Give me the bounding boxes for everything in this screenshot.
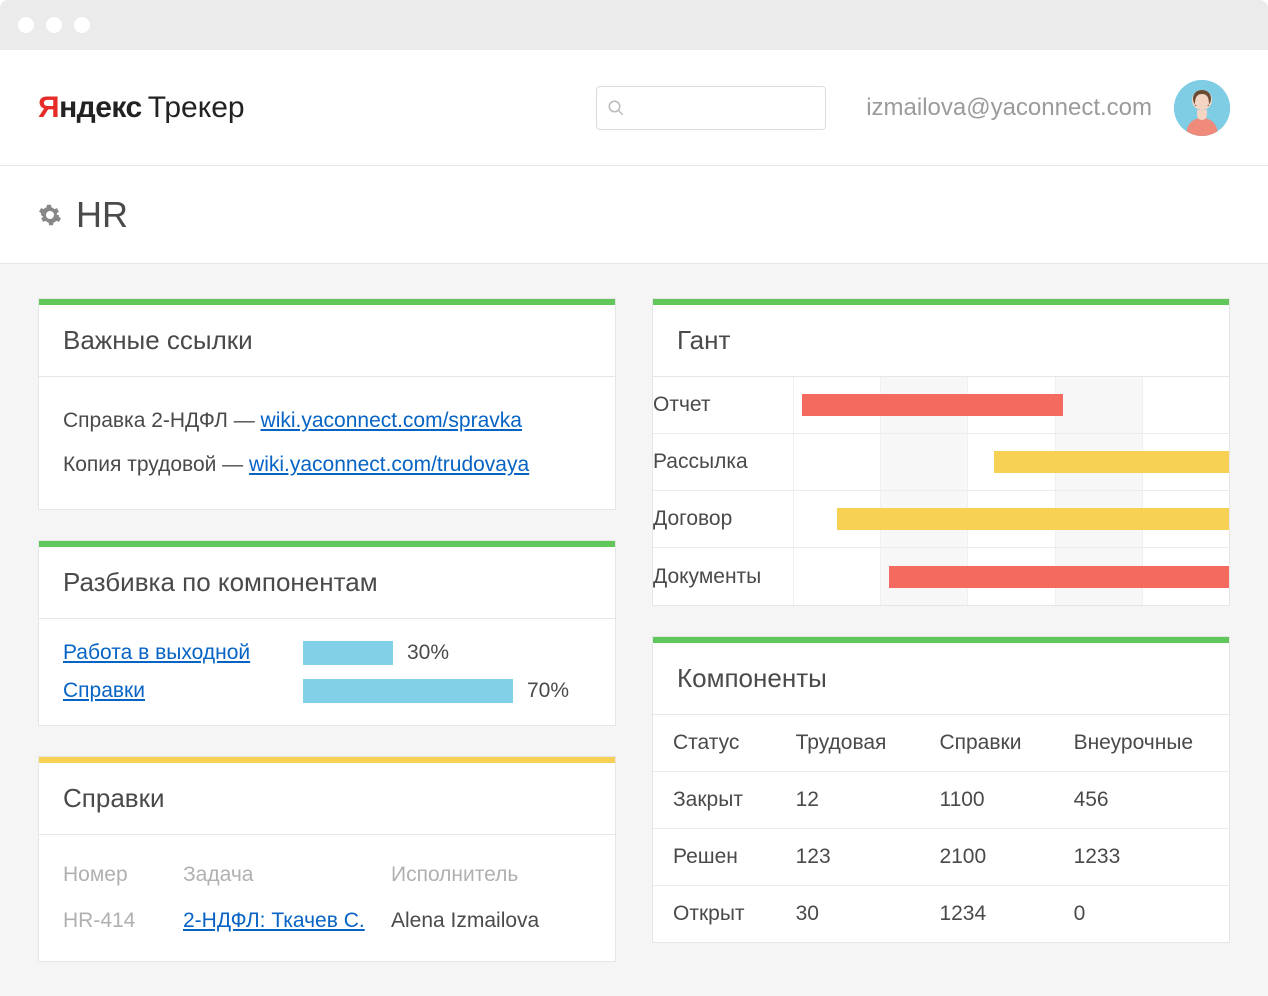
window-dot-minimize[interactable]	[46, 17, 62, 33]
breakdown-pct: 30%	[407, 641, 449, 665]
components-col: Трудовая	[776, 715, 920, 772]
search-input[interactable]	[596, 86, 826, 130]
card-breakdown: Разбивка по компонентам Работа в выходно…	[38, 540, 616, 726]
logo-tracker: Трекер	[148, 91, 245, 125]
components-head-row: Статус Трудовая Справки Внеурочные	[653, 715, 1229, 772]
logo[interactable]: Яндекс Трекер	[38, 91, 245, 125]
card-links-title: Важные ссылки	[39, 305, 615, 377]
user-email[interactable]: izmailova@yaconnect.com	[866, 94, 1152, 122]
components-cell: 2100	[919, 829, 1053, 886]
gantt-row: Договор	[653, 491, 1229, 548]
components-cell: 0	[1054, 886, 1229, 943]
breakdown-row: Справки 70%	[63, 679, 591, 703]
components-cell: 456	[1054, 772, 1229, 829]
card-components-body: Статус Трудовая Справки Внеурочные Закры…	[653, 715, 1229, 942]
links-label: Копия трудовой —	[63, 453, 249, 476]
top-header: Яндекс Трекер izmailova@yaconnect.com	[0, 50, 1268, 166]
ticket-assignee: Alena Izmailova	[391, 909, 591, 933]
gantt-row: Отчет	[653, 377, 1229, 434]
ticket-num: HR-414	[63, 909, 163, 933]
tickets-head: Номер Задача Исполнитель	[63, 857, 591, 893]
card-links: Важные ссылки Справка 2-НДФЛ — wiki.yaco…	[38, 298, 616, 510]
card-tickets-title: Справки	[39, 763, 615, 835]
breakdown-label[interactable]: Работа в выходной	[63, 641, 303, 665]
gantt-bar[interactable]	[889, 566, 1229, 588]
gantt-bar[interactable]	[994, 451, 1229, 473]
links-url[interactable]: wiki.yaconnect.com/spravka	[261, 409, 522, 432]
breakdown-pct: 70%	[527, 679, 569, 703]
breakdown-row: Работа в выходной 30%	[63, 641, 591, 665]
card-components-title: Компоненты	[653, 643, 1229, 715]
tickets-col-assignee: Исполнитель	[391, 863, 591, 887]
search-icon	[607, 99, 625, 117]
components-cell: 1234	[919, 886, 1053, 943]
components-col: Внеурочные	[1054, 715, 1229, 772]
card-gantt: Гант Отчет Рассылка Договор Документы	[652, 298, 1230, 606]
page-title: HR	[76, 194, 128, 236]
breakdown-bar	[303, 679, 513, 703]
gantt-track	[793, 548, 1229, 605]
window-chrome	[0, 0, 1268, 50]
card-breakdown-title: Разбивка по компонентам	[39, 547, 615, 619]
components-cell: 12	[776, 772, 920, 829]
breakdown-bar-wrap: 70%	[303, 679, 591, 703]
components-row: Открыт3012340	[653, 886, 1229, 943]
window-dot-zoom[interactable]	[74, 17, 90, 33]
avatar-icon	[1174, 80, 1230, 136]
card-components: Компоненты Статус Трудовая Справки Внеур…	[652, 636, 1230, 943]
components-cell: Решен	[653, 829, 776, 886]
gantt-label: Рассылка	[653, 450, 793, 474]
page-title-bar: HR	[0, 166, 1268, 264]
content-area: Важные ссылки Справка 2-НДФЛ — wiki.yaco…	[0, 264, 1268, 996]
components-col: Статус	[653, 715, 776, 772]
card-gantt-body: Отчет Рассылка Договор Документы	[653, 377, 1229, 605]
gantt-bar[interactable]	[837, 508, 1229, 530]
components-cell: Открыт	[653, 886, 776, 943]
gantt-track	[793, 377, 1229, 433]
breakdown-bar	[303, 641, 393, 665]
components-cell: 1233	[1054, 829, 1229, 886]
gantt-track	[793, 491, 1229, 547]
window-dot-close[interactable]	[18, 17, 34, 33]
card-tickets-body: Номер Задача Исполнитель HR-414 2-НДФЛ: …	[39, 835, 615, 961]
logo-yandex: Яндекс	[38, 91, 142, 125]
gantt-label: Договор	[653, 507, 793, 531]
components-cell: 123	[776, 829, 920, 886]
card-breakdown-body: Работа в выходной 30% Справки 70%	[39, 619, 615, 725]
breakdown-label[interactable]: Справки	[63, 679, 303, 703]
breakdown-bar-wrap: 30%	[303, 641, 591, 665]
user-block: izmailova@yaconnect.com	[866, 80, 1230, 136]
links-label: Справка 2-НДФЛ —	[63, 409, 261, 432]
card-links-body: Справка 2-НДФЛ — wiki.yaconnect.com/spra…	[39, 377, 615, 509]
links-row: Справка 2-НДФЛ — wiki.yaconnect.com/spra…	[63, 399, 591, 443]
tickets-col-num: Номер	[63, 863, 163, 887]
gantt-label: Отчет	[653, 393, 793, 417]
components-table: Статус Трудовая Справки Внеурочные Закры…	[653, 715, 1229, 942]
column-right: Гант Отчет Рассылка Договор Документы Компо…	[652, 298, 1230, 962]
components-cell: 30	[776, 886, 920, 943]
components-cell: 1100	[919, 772, 1053, 829]
gantt-row: Документы	[653, 548, 1229, 605]
card-gantt-title: Гант	[653, 305, 1229, 377]
gear-icon[interactable]	[38, 203, 62, 227]
avatar[interactable]	[1174, 80, 1230, 136]
links-url[interactable]: wiki.yaconnect.com/trudovaya	[249, 453, 529, 476]
gantt-track	[793, 434, 1229, 490]
tickets-col-task: Задача	[183, 863, 371, 887]
gantt-row: Рассылка	[653, 434, 1229, 491]
ticket-task[interactable]: 2-НДФЛ: Ткачев С.	[183, 909, 371, 933]
search-box	[596, 86, 826, 130]
tickets-row[interactable]: HR-414 2-НДФЛ: Ткачев С. Alena Izmailova	[63, 903, 591, 939]
components-col: Справки	[919, 715, 1053, 772]
column-left: Важные ссылки Справка 2-НДФЛ — wiki.yaco…	[38, 298, 616, 962]
card-tickets: Справки Номер Задача Исполнитель HR-414 …	[38, 756, 616, 962]
components-row: Решен12321001233	[653, 829, 1229, 886]
components-cell: Закрыт	[653, 772, 776, 829]
links-row: Копия трудовой — wiki.yaconnect.com/trud…	[63, 443, 591, 487]
gantt-bar[interactable]	[802, 394, 1064, 416]
components-row: Закрыт121100456	[653, 772, 1229, 829]
gantt-label: Документы	[653, 565, 793, 589]
